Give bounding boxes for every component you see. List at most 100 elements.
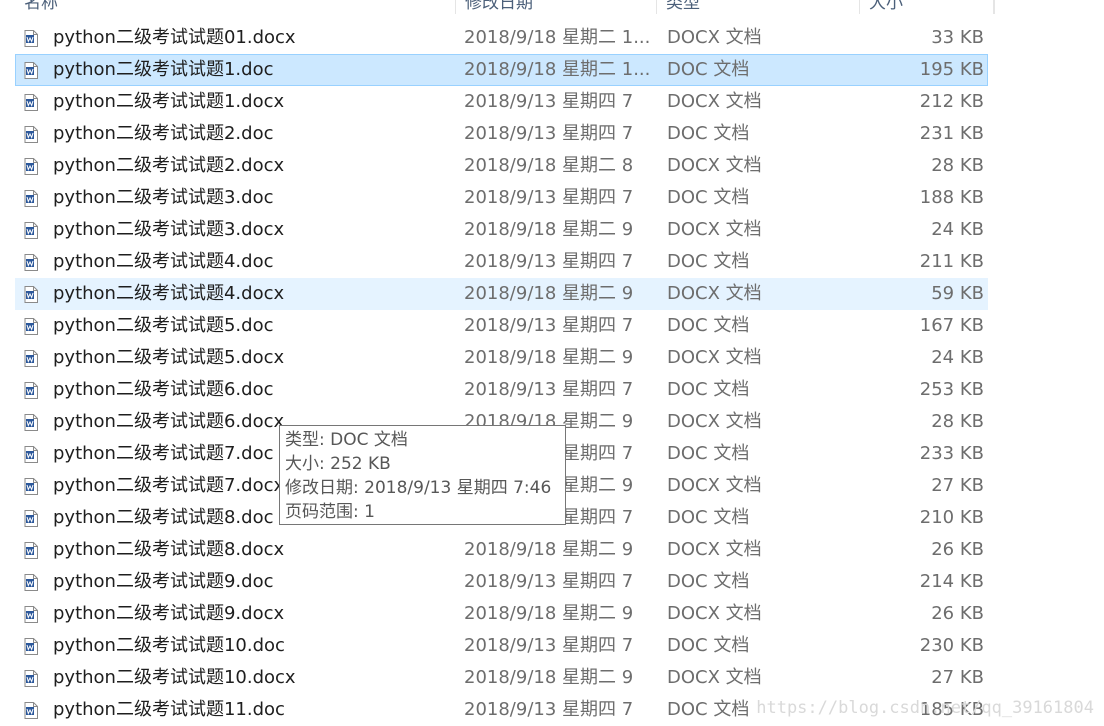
file-row[interactable]: python二级考试试题01.docx 2018/9/18 星期二 1... DOC… <box>15 22 988 54</box>
file-type: DOC 文档 <box>667 507 750 528</box>
file-modified-date: 2018/9/13 星期四 7 <box>464 251 634 272</box>
file-name: python二级考试试题2.docx <box>53 155 285 176</box>
file-modified-date: 2018/9/18 星期二 8 <box>464 155 634 176</box>
file-size: 33 KB <box>931 27 984 48</box>
file-modified-date: 2018/9/18 星期二 9 <box>464 603 634 624</box>
file-row[interactable]: python二级考试试题2.docx 2018/9/18 星期二 8 DOCX 文档… <box>15 150 988 182</box>
word-document-icon <box>24 606 38 623</box>
column-header-bar: 名称 修改日期 类型 大小 <box>0 0 994 16</box>
word-document-icon <box>24 190 38 207</box>
word-document-icon <box>24 222 38 239</box>
word-document-icon <box>24 94 38 111</box>
file-size: 167 KB <box>919 315 984 336</box>
file-name: python二级考试试题5.doc <box>53 315 274 336</box>
file-row[interactable]: python二级考试试题8.docx 2018/9/18 星期二 9 DOCX 文档… <box>15 534 988 566</box>
file-row[interactable]: python二级考试试题9.doc 2018/9/13 星期四 7 DOC 文档 21… <box>15 566 988 598</box>
file-type: DOC 文档 <box>667 443 750 464</box>
file-type: DOCX 文档 <box>667 91 762 112</box>
watermark: https://blog.csdn.net/qq_39161804 <box>756 698 1094 718</box>
word-document-icon <box>24 286 38 303</box>
column-header-date[interactable]: 修改日期 <box>456 0 657 14</box>
file-name: python二级考试试题3.docx <box>53 219 285 240</box>
tooltip-type: 类型: DOC 文档 <box>285 430 408 450</box>
file-size: 231 KB <box>919 123 984 144</box>
file-type: DOC 文档 <box>667 123 750 144</box>
file-row[interactable]: python二级考试试题4.doc 2018/9/13 星期四 7 DOC 文档 21… <box>15 246 988 278</box>
file-type: DOC 文档 <box>667 251 750 272</box>
file-size: 210 KB <box>919 507 984 528</box>
file-row[interactable]: python二级考试试题2.doc 2018/9/13 星期四 7 DOC 文档 23… <box>15 118 988 150</box>
file-type: DOCX 文档 <box>667 283 762 304</box>
tooltip-pages: 页码范围: 1 <box>285 502 375 522</box>
file-modified-date: 2018/9/18 星期二 9 <box>464 347 634 368</box>
file-name: python二级考试试题6.doc <box>53 379 274 400</box>
file-row[interactable]: python二级考试试题1.doc 2018/9/18 星期二 1... DOC 文… <box>15 54 988 86</box>
word-document-icon <box>24 158 38 175</box>
file-row[interactable]: python二级考试试题10.docx 2018/9/18 星期二 9 DOCX 文… <box>15 662 988 694</box>
file-modified-date: 2018/9/18 星期二 1... <box>464 27 649 48</box>
file-row[interactable]: python二级考试试题3.doc 2018/9/13 星期四 7 DOC 文档 18… <box>15 182 988 214</box>
column-header-name[interactable]: 名称 <box>15 0 456 14</box>
tooltip-size: 大小: 252 KB <box>285 454 391 474</box>
file-name: python二级考试试题01.docx <box>53 27 296 48</box>
file-row[interactable]: python二级考试试题9.docx 2018/9/18 星期二 9 DOCX 文档… <box>15 598 988 630</box>
file-name: python二级考试试题1.doc <box>53 59 274 80</box>
file-modified-date: 2018/9/13 星期四 7 <box>464 635 634 656</box>
file-type: DOC 文档 <box>667 187 750 208</box>
tooltip-modified: 修改日期: 2018/9/13 星期四 7:46 <box>285 478 552 498</box>
word-document-icon <box>24 318 38 335</box>
file-explorer-list-view: 名称 修改日期 类型 大小 python二级考试试题01.docx 2018/9/… <box>0 0 1104 726</box>
file-size: 211 KB <box>919 251 984 272</box>
column-header-type[interactable]: 类型 <box>657 0 860 14</box>
file-size: 230 KB <box>919 635 984 656</box>
word-document-icon <box>24 478 38 495</box>
file-size: 212 KB <box>919 91 984 112</box>
word-document-icon <box>24 30 38 47</box>
file-size: 26 KB <box>931 603 984 624</box>
file-modified-date: 2018/9/13 星期四 7 <box>464 315 634 336</box>
file-modified-date: 2018/9/18 星期二 9 <box>464 539 634 560</box>
file-size: 195 KB <box>919 59 984 80</box>
file-name: python二级考试试题2.doc <box>53 123 274 144</box>
file-modified-date: 2018/9/18 星期二 9 <box>464 283 634 304</box>
file-modified-date: 2018/9/18 星期二 9 <box>464 667 634 688</box>
file-type: DOCX 文档 <box>667 347 762 368</box>
word-document-icon <box>24 254 38 271</box>
file-name: python二级考试试题4.doc <box>53 251 274 272</box>
file-type: DOC 文档 <box>667 571 750 592</box>
file-size: 28 KB <box>931 411 984 432</box>
file-modified-date: 2018/9/13 星期四 7 <box>464 379 634 400</box>
file-row[interactable]: python二级考试试题4.docx 2018/9/18 星期二 9 DOCX 文档… <box>15 278 988 310</box>
file-row[interactable]: python二级考试试题10.doc 2018/9/13 星期四 7 DOC 文档 2… <box>15 630 988 662</box>
file-row[interactable]: python二级考试试题1.docx 2018/9/13 星期四 7 DOCX 文档… <box>15 86 988 118</box>
file-type: DOCX 文档 <box>667 603 762 624</box>
file-modified-date: 2018/9/13 星期四 7 <box>464 91 634 112</box>
file-name: python二级考试试题8.docx <box>53 539 285 560</box>
file-row[interactable]: python二级考试试题5.docx 2018/9/18 星期二 9 DOCX 文档… <box>15 342 988 374</box>
word-document-icon <box>24 574 38 591</box>
file-size: 253 KB <box>919 379 984 400</box>
file-name: python二级考试试题10.doc <box>53 635 285 656</box>
file-type: DOC 文档 <box>667 635 750 656</box>
file-type: DOCX 文档 <box>667 667 762 688</box>
file-modified-date: 2018/9/13 星期四 7 <box>464 571 634 592</box>
word-document-icon <box>24 542 38 559</box>
word-document-icon <box>24 638 38 655</box>
file-size: 24 KB <box>931 347 984 368</box>
file-type: DOC 文档 <box>667 315 750 336</box>
word-document-icon <box>24 350 38 367</box>
file-row[interactable]: python二级考试试题6.doc 2018/9/13 星期四 7 DOC 文档 25… <box>15 374 988 406</box>
file-size: 59 KB <box>931 283 984 304</box>
file-name: python二级考试试题11.doc <box>53 699 285 720</box>
column-header-size[interactable]: 大小 <box>860 0 994 14</box>
file-info-tooltip: 类型: DOC 文档 大小: 252 KB 修改日期: 2018/9/13 星期… <box>279 425 566 525</box>
file-modified-date: 2018/9/18 星期二 1... <box>464 59 649 80</box>
file-type: DOCX 文档 <box>667 155 762 176</box>
file-type: DOCX 文档 <box>667 475 762 496</box>
file-row[interactable]: python二级考试试题3.docx 2018/9/18 星期二 9 DOCX 文档… <box>15 214 988 246</box>
file-name: python二级考试试题9.doc <box>53 571 274 592</box>
file-row[interactable]: python二级考试试题5.doc 2018/9/13 星期四 7 DOC 文档 16… <box>15 310 988 342</box>
file-name: python二级考试试题10.docx <box>53 667 296 688</box>
file-name: python二级考试试题1.docx <box>53 91 285 112</box>
file-name: python二级考试试题9.docx <box>53 603 285 624</box>
